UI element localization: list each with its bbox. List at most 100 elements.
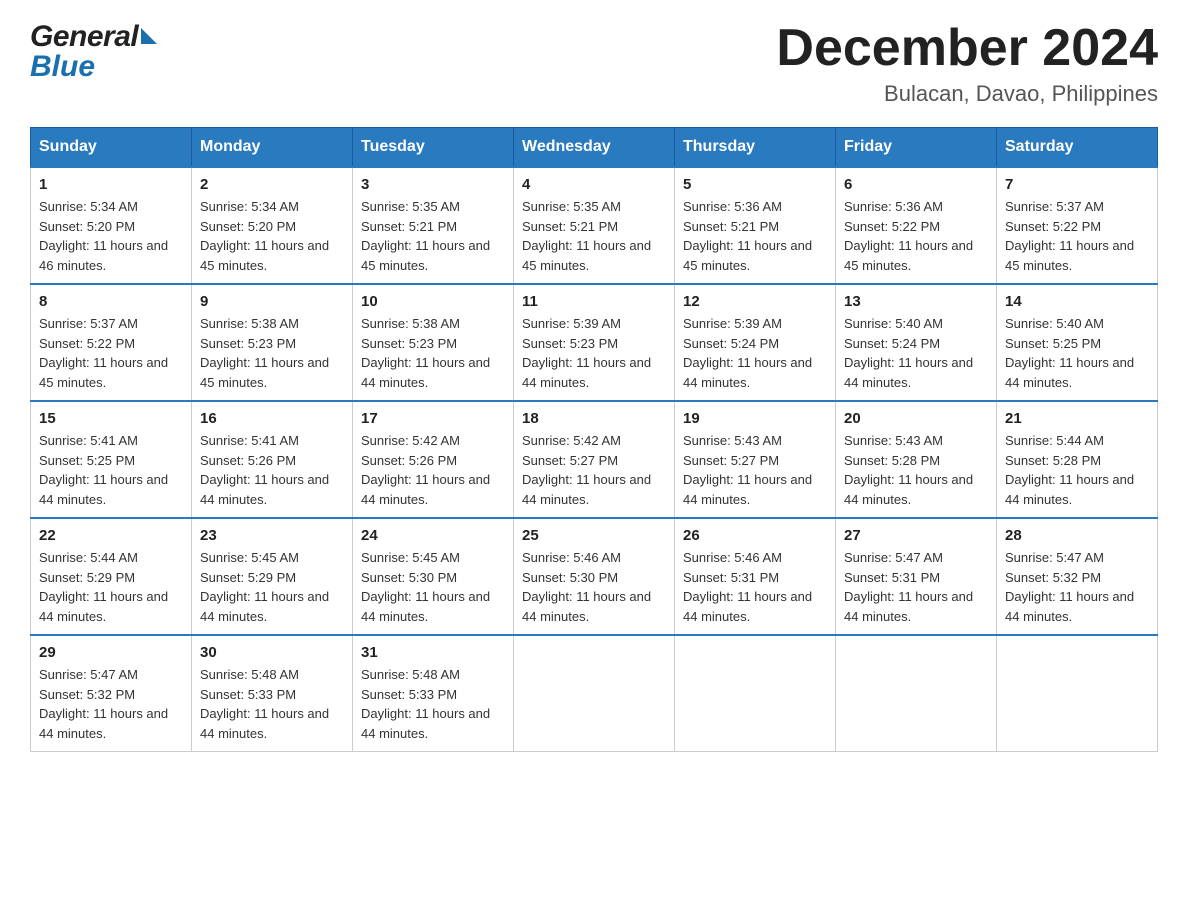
day-info: Sunrise: 5:46 AM Sunset: 5:31 PM Dayligh… bbox=[683, 548, 827, 626]
table-row bbox=[997, 635, 1158, 752]
day-number: 12 bbox=[683, 293, 827, 310]
day-number: 16 bbox=[200, 410, 344, 427]
day-number: 15 bbox=[39, 410, 183, 427]
logo-blue-text: Blue bbox=[30, 50, 157, 84]
table-row: 16 Sunrise: 5:41 AM Sunset: 5:26 PM Dayl… bbox=[192, 401, 353, 518]
day-info: Sunrise: 5:43 AM Sunset: 5:27 PM Dayligh… bbox=[683, 431, 827, 509]
table-row: 31 Sunrise: 5:48 AM Sunset: 5:33 PM Dayl… bbox=[353, 635, 514, 752]
day-number: 26 bbox=[683, 527, 827, 544]
day-number: 8 bbox=[39, 293, 183, 310]
logo: General Blue bbox=[30, 20, 157, 84]
day-info: Sunrise: 5:36 AM Sunset: 5:22 PM Dayligh… bbox=[844, 197, 988, 275]
day-info: Sunrise: 5:38 AM Sunset: 5:23 PM Dayligh… bbox=[200, 314, 344, 392]
day-number: 17 bbox=[361, 410, 505, 427]
day-info: Sunrise: 5:39 AM Sunset: 5:24 PM Dayligh… bbox=[683, 314, 827, 392]
day-number: 23 bbox=[200, 527, 344, 544]
table-row: 30 Sunrise: 5:48 AM Sunset: 5:33 PM Dayl… bbox=[192, 635, 353, 752]
table-row: 18 Sunrise: 5:42 AM Sunset: 5:27 PM Dayl… bbox=[514, 401, 675, 518]
header-sunday: Sunday bbox=[31, 128, 192, 168]
day-number: 3 bbox=[361, 176, 505, 193]
table-row: 2 Sunrise: 5:34 AM Sunset: 5:20 PM Dayli… bbox=[192, 167, 353, 284]
table-row bbox=[836, 635, 997, 752]
day-number: 13 bbox=[844, 293, 988, 310]
day-info: Sunrise: 5:39 AM Sunset: 5:23 PM Dayligh… bbox=[522, 314, 666, 392]
day-info: Sunrise: 5:37 AM Sunset: 5:22 PM Dayligh… bbox=[1005, 197, 1149, 275]
day-number: 14 bbox=[1005, 293, 1149, 310]
header-friday: Friday bbox=[836, 128, 997, 168]
day-number: 22 bbox=[39, 527, 183, 544]
table-row: 10 Sunrise: 5:38 AM Sunset: 5:23 PM Dayl… bbox=[353, 284, 514, 401]
table-row: 5 Sunrise: 5:36 AM Sunset: 5:21 PM Dayli… bbox=[675, 167, 836, 284]
table-row: 21 Sunrise: 5:44 AM Sunset: 5:28 PM Dayl… bbox=[997, 401, 1158, 518]
table-row: 7 Sunrise: 5:37 AM Sunset: 5:22 PM Dayli… bbox=[997, 167, 1158, 284]
day-number: 1 bbox=[39, 176, 183, 193]
logo-general-text: General bbox=[30, 20, 138, 54]
table-row: 15 Sunrise: 5:41 AM Sunset: 5:25 PM Dayl… bbox=[31, 401, 192, 518]
table-row: 27 Sunrise: 5:47 AM Sunset: 5:31 PM Dayl… bbox=[836, 518, 997, 635]
day-info: Sunrise: 5:43 AM Sunset: 5:28 PM Dayligh… bbox=[844, 431, 988, 509]
day-info: Sunrise: 5:47 AM Sunset: 5:31 PM Dayligh… bbox=[844, 548, 988, 626]
table-row: 1 Sunrise: 5:34 AM Sunset: 5:20 PM Dayli… bbox=[31, 167, 192, 284]
day-number: 24 bbox=[361, 527, 505, 544]
header-wednesday: Wednesday bbox=[514, 128, 675, 168]
day-info: Sunrise: 5:40 AM Sunset: 5:24 PM Dayligh… bbox=[844, 314, 988, 392]
header-tuesday: Tuesday bbox=[353, 128, 514, 168]
day-number: 25 bbox=[522, 527, 666, 544]
day-number: 5 bbox=[683, 176, 827, 193]
table-row: 13 Sunrise: 5:40 AM Sunset: 5:24 PM Dayl… bbox=[836, 284, 997, 401]
day-info: Sunrise: 5:34 AM Sunset: 5:20 PM Dayligh… bbox=[39, 197, 183, 275]
table-row: 29 Sunrise: 5:47 AM Sunset: 5:32 PM Dayl… bbox=[31, 635, 192, 752]
day-number: 18 bbox=[522, 410, 666, 427]
day-info: Sunrise: 5:47 AM Sunset: 5:32 PM Dayligh… bbox=[1005, 548, 1149, 626]
day-info: Sunrise: 5:45 AM Sunset: 5:29 PM Dayligh… bbox=[200, 548, 344, 626]
table-row: 9 Sunrise: 5:38 AM Sunset: 5:23 PM Dayli… bbox=[192, 284, 353, 401]
day-info: Sunrise: 5:37 AM Sunset: 5:22 PM Dayligh… bbox=[39, 314, 183, 392]
day-number: 6 bbox=[844, 176, 988, 193]
day-number: 27 bbox=[844, 527, 988, 544]
day-info: Sunrise: 5:42 AM Sunset: 5:26 PM Dayligh… bbox=[361, 431, 505, 509]
day-number: 10 bbox=[361, 293, 505, 310]
day-number: 4 bbox=[522, 176, 666, 193]
table-row: 12 Sunrise: 5:39 AM Sunset: 5:24 PM Dayl… bbox=[675, 284, 836, 401]
day-info: Sunrise: 5:40 AM Sunset: 5:25 PM Dayligh… bbox=[1005, 314, 1149, 392]
table-row: 26 Sunrise: 5:46 AM Sunset: 5:31 PM Dayl… bbox=[675, 518, 836, 635]
day-number: 2 bbox=[200, 176, 344, 193]
header-saturday: Saturday bbox=[997, 128, 1158, 168]
day-info: Sunrise: 5:41 AM Sunset: 5:26 PM Dayligh… bbox=[200, 431, 344, 509]
calendar-header-row: Sunday Monday Tuesday Wednesday Thursday… bbox=[31, 128, 1158, 168]
day-info: Sunrise: 5:45 AM Sunset: 5:30 PM Dayligh… bbox=[361, 548, 505, 626]
table-row: 28 Sunrise: 5:47 AM Sunset: 5:32 PM Dayl… bbox=[997, 518, 1158, 635]
day-info: Sunrise: 5:38 AM Sunset: 5:23 PM Dayligh… bbox=[361, 314, 505, 392]
day-info: Sunrise: 5:44 AM Sunset: 5:28 PM Dayligh… bbox=[1005, 431, 1149, 509]
calendar-week-row: 8 Sunrise: 5:37 AM Sunset: 5:22 PM Dayli… bbox=[31, 284, 1158, 401]
calendar-week-row: 22 Sunrise: 5:44 AM Sunset: 5:29 PM Dayl… bbox=[31, 518, 1158, 635]
day-info: Sunrise: 5:48 AM Sunset: 5:33 PM Dayligh… bbox=[361, 665, 505, 743]
day-number: 28 bbox=[1005, 527, 1149, 544]
day-info: Sunrise: 5:41 AM Sunset: 5:25 PM Dayligh… bbox=[39, 431, 183, 509]
header-monday: Monday bbox=[192, 128, 353, 168]
table-row: 23 Sunrise: 5:45 AM Sunset: 5:29 PM Dayl… bbox=[192, 518, 353, 635]
day-number: 21 bbox=[1005, 410, 1149, 427]
day-info: Sunrise: 5:35 AM Sunset: 5:21 PM Dayligh… bbox=[361, 197, 505, 275]
day-number: 30 bbox=[200, 644, 344, 661]
day-info: Sunrise: 5:35 AM Sunset: 5:21 PM Dayligh… bbox=[522, 197, 666, 275]
page-header: General Blue December 2024 Bulacan, Dava… bbox=[30, 20, 1158, 107]
day-info: Sunrise: 5:36 AM Sunset: 5:21 PM Dayligh… bbox=[683, 197, 827, 275]
day-info: Sunrise: 5:46 AM Sunset: 5:30 PM Dayligh… bbox=[522, 548, 666, 626]
table-row: 4 Sunrise: 5:35 AM Sunset: 5:21 PM Dayli… bbox=[514, 167, 675, 284]
calendar-week-row: 1 Sunrise: 5:34 AM Sunset: 5:20 PM Dayli… bbox=[31, 167, 1158, 284]
calendar-week-row: 29 Sunrise: 5:47 AM Sunset: 5:32 PM Dayl… bbox=[31, 635, 1158, 752]
day-info: Sunrise: 5:48 AM Sunset: 5:33 PM Dayligh… bbox=[200, 665, 344, 743]
table-row: 24 Sunrise: 5:45 AM Sunset: 5:30 PM Dayl… bbox=[353, 518, 514, 635]
day-number: 29 bbox=[39, 644, 183, 661]
table-row: 6 Sunrise: 5:36 AM Sunset: 5:22 PM Dayli… bbox=[836, 167, 997, 284]
day-number: 9 bbox=[200, 293, 344, 310]
header-thursday: Thursday bbox=[675, 128, 836, 168]
day-number: 19 bbox=[683, 410, 827, 427]
day-number: 11 bbox=[522, 293, 666, 310]
table-row bbox=[675, 635, 836, 752]
day-info: Sunrise: 5:34 AM Sunset: 5:20 PM Dayligh… bbox=[200, 197, 344, 275]
day-number: 7 bbox=[1005, 176, 1149, 193]
table-row: 14 Sunrise: 5:40 AM Sunset: 5:25 PM Dayl… bbox=[997, 284, 1158, 401]
calendar-table: Sunday Monday Tuesday Wednesday Thursday… bbox=[30, 127, 1158, 752]
